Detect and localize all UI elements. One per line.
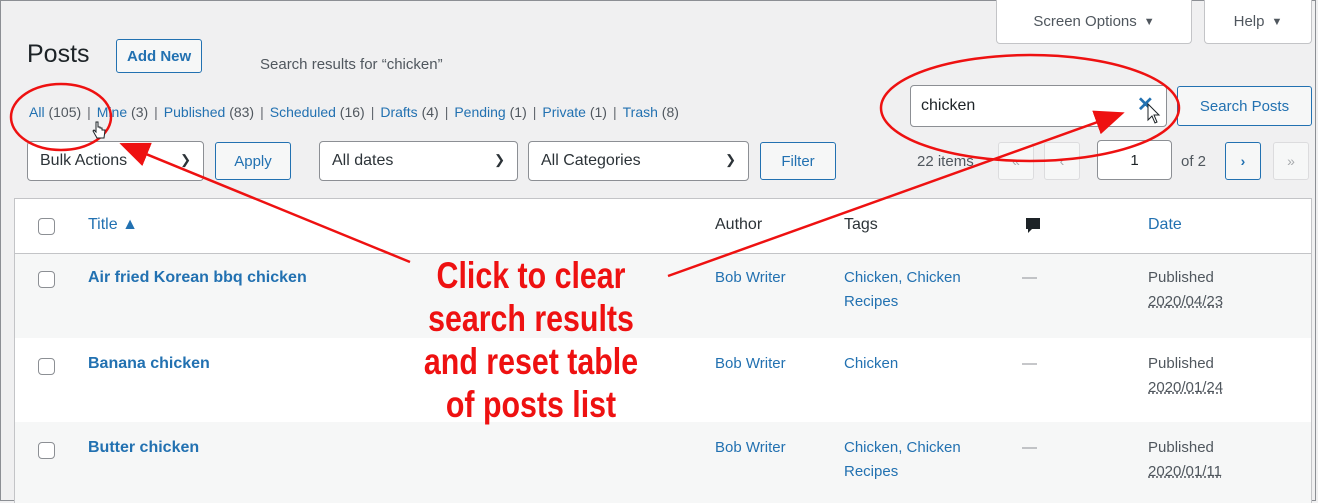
view-scheduled[interactable]: Scheduled (16) — [270, 104, 365, 120]
post-title-link[interactable]: Banana chicken — [88, 352, 210, 376]
post-comments: — — [1022, 355, 1037, 372]
view-mine[interactable]: Mine (3) — [97, 104, 148, 120]
help-label: Help — [1233, 13, 1265, 30]
page-title: Posts — [27, 40, 90, 68]
clear-search-icon[interactable]: ✕ — [1137, 92, 1154, 117]
comment-bubble-icon[interactable] — [1025, 217, 1041, 240]
callout-line: and reset table — [423, 341, 639, 382]
column-author: Author — [715, 216, 763, 233]
bulk-actions-value: Bulk Actions — [40, 152, 128, 169]
add-new-button[interactable]: Add New — [116, 39, 203, 73]
post-title-link[interactable]: Butter chicken — [88, 436, 199, 460]
table-header: Title ▲ Author Tags Date — [15, 199, 1311, 254]
posts-table: Title ▲ Author Tags Date Air fried Korea… — [14, 198, 1312, 503]
last-page-button[interactable]: » — [1273, 142, 1309, 180]
chevron-down-icon: ▼ — [1143, 15, 1155, 28]
screen-options-label: Screen Options — [1033, 13, 1137, 30]
chevron-down-icon: ❯ — [494, 152, 505, 167]
post-status-views: All (105) | Mine (3) | Published (83) | Schedu… — [29, 104, 679, 120]
row-checkbox[interactable] — [38, 358, 55, 375]
post-comments: — — [1022, 269, 1037, 286]
help-button[interactable]: Help ▼ — [1204, 0, 1312, 44]
chevron-down-icon: ❯ — [725, 152, 736, 167]
post-author-link[interactable]: Bob Writer — [715, 436, 786, 460]
callout-line: search results — [428, 298, 634, 339]
filter-button[interactable]: Filter — [760, 142, 836, 180]
first-page-button[interactable]: « — [998, 142, 1034, 180]
post-comments: — — [1022, 439, 1037, 456]
table-row: Butter chicken Bob Writer Chicken, Chick… — [15, 422, 1311, 503]
post-tags[interactable]: Chicken — [844, 352, 1004, 376]
next-page-button[interactable]: › — [1225, 142, 1261, 180]
search-value: chicken — [921, 97, 976, 114]
post-author-link[interactable]: Bob Writer — [715, 266, 786, 290]
search-posts-button[interactable]: Search Posts — [1177, 86, 1312, 126]
apply-button[interactable]: Apply — [215, 142, 291, 180]
search-results-subtitle: Search results for “chicken” — [260, 56, 443, 73]
bulk-actions-select[interactable]: Bulk Actions ❯ — [27, 141, 204, 181]
row-checkbox[interactable] — [38, 271, 55, 288]
view-published[interactable]: Published (83) — [164, 104, 254, 120]
dates-value: All dates — [332, 152, 394, 169]
view-trash[interactable]: Trash (8) — [623, 104, 679, 120]
row-checkbox[interactable] — [38, 442, 55, 459]
total-pages: of 2 — [1181, 153, 1207, 170]
table-row: Air fried Korean bbq chicken Bob Writer … — [15, 254, 1311, 338]
prev-page-button[interactable]: ‹ — [1044, 142, 1080, 180]
screen-options-button[interactable]: Screen Options ▼ — [996, 0, 1192, 44]
items-count: 22 items — [917, 153, 974, 170]
view-pending[interactable]: Pending (1) — [454, 104, 526, 120]
post-title-link[interactable]: Air fried Korean bbq chicken — [88, 266, 307, 290]
view-private[interactable]: Private (1) — [542, 104, 607, 120]
annotation-callout: Click to clear search results and reset … — [404, 254, 658, 426]
callout-line: of posts list — [445, 384, 617, 425]
post-date: Published 2020/01/24 — [1148, 355, 1224, 396]
table-row: Banana chicken Bob Writer Chicken — Publ… — [15, 338, 1311, 422]
categories-select[interactable]: All Categories ❯ — [528, 141, 749, 181]
view-all[interactable]: All (105) — [29, 104, 81, 120]
view-drafts[interactable]: Drafts (4) — [380, 104, 438, 120]
dates-select[interactable]: All dates ❯ — [319, 141, 518, 181]
search-input[interactable]: chicken ✕ — [910, 85, 1167, 127]
current-page-input[interactable]: 1 — [1097, 140, 1172, 180]
chevron-down-icon: ▼ — [1271, 15, 1283, 28]
callout-line: Click to clear — [436, 255, 626, 296]
select-all-checkbox[interactable] — [38, 218, 55, 235]
column-tags: Tags — [844, 216, 878, 233]
post-author-link[interactable]: Bob Writer — [715, 352, 786, 376]
column-date[interactable]: Date — [1148, 216, 1182, 234]
chevron-down-icon: ❯ — [180, 152, 191, 167]
categories-value: All Categories — [541, 152, 641, 169]
post-date: Published 2020/04/23 — [1148, 269, 1224, 310]
post-date: Published 2020/01/11 — [1148, 439, 1222, 480]
post-tags[interactable]: Chicken, Chicken Recipes — [844, 266, 1004, 314]
post-tags[interactable]: Chicken, Chicken Recipes — [844, 436, 1004, 484]
column-title[interactable]: Title ▲ — [88, 216, 138, 234]
